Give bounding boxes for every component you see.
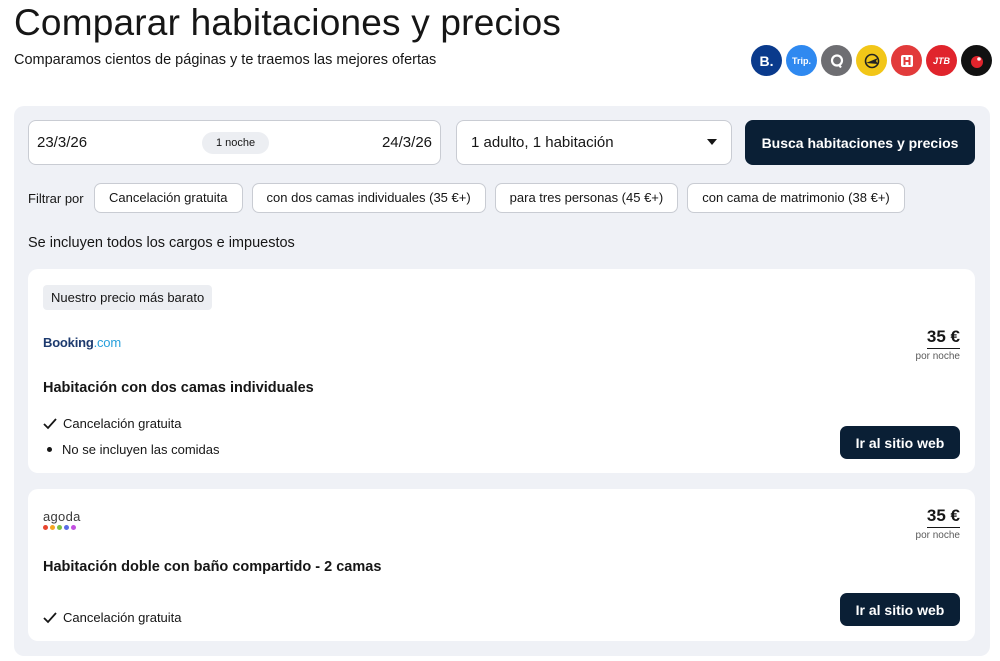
check-icon [43, 611, 57, 623]
agoda-logo: agoda [43, 509, 81, 530]
filter-chip-double-bed[interactable]: con cama de matrimonio (38 €+) [687, 183, 905, 213]
provider-logos: B. Trip. JTB [751, 45, 992, 76]
filter-chips: Cancelación gratuita con dos camas indiv… [94, 183, 905, 213]
offer-card: agoda 35 € por noche Habitación doble co… [28, 489, 975, 641]
nights-badge: 1 noche [202, 132, 270, 154]
filter-chip-free-cancellation[interactable]: Cancelación gratuita [94, 183, 243, 213]
check-icon [43, 417, 57, 429]
booking-icon: B. [751, 45, 782, 76]
price-amount: 35 € [926, 506, 960, 528]
booking-logo: Booking.com [43, 335, 121, 350]
jtb-provider-icon: JTB [926, 45, 957, 76]
guests-value: 1 adulto, 1 habitación [471, 134, 614, 151]
filter-label: Filtrar por [28, 191, 84, 206]
guests-select[interactable]: 1 adulto, 1 habitación [456, 120, 732, 165]
checkin-date[interactable]: 23/3/26 [37, 134, 87, 151]
dot-provider-icon [961, 45, 992, 76]
page-subtitle: Comparamos cientos de páginas y te traem… [14, 52, 437, 68]
price-unit: por noche [915, 530, 960, 541]
go-to-site-button[interactable]: Ir al sitio web [840, 593, 960, 626]
h-provider-icon [891, 45, 922, 76]
page-title: Comparar habitaciones y precios [14, 2, 562, 43]
agoda-dots-icon [43, 525, 81, 530]
plane-provider-icon [856, 45, 887, 76]
cheapest-badge: Nuestro precio más barato [43, 285, 213, 310]
price-amount: 35 € [926, 327, 960, 349]
feature-item: Cancelación gratuita [43, 416, 182, 431]
search-button[interactable]: Busca habitaciones y precios [745, 120, 975, 165]
filter-chip-three-people[interactable]: para tres personas (45 €+) [494, 183, 679, 213]
feature-item: Cancelación gratuita [43, 610, 182, 625]
chevron-down-icon [707, 139, 717, 145]
offer-price: 35 € por noche [916, 506, 960, 541]
offer-price: 35 € por noche [916, 327, 960, 362]
room-title: Habitación doble con baño compartido - 2… [43, 559, 382, 575]
filter-chip-twin-beds[interactable]: con dos camas individuales (35 €+) [251, 183, 486, 213]
bullet-icon [47, 447, 52, 452]
offer-card: Nuestro precio más barato Booking.com 35… [28, 269, 975, 473]
taxes-note: Se incluyen todos los cargos e impuestos [28, 235, 295, 251]
trip-icon: Trip. [786, 45, 817, 76]
checkout-date[interactable]: 24/3/26 [382, 134, 432, 151]
date-range-picker[interactable]: 23/3/26 1 noche 24/3/26 [28, 120, 441, 165]
search-provider-icon [821, 45, 852, 76]
feature-item: No se incluyen las comidas [43, 442, 220, 457]
go-to-site-button[interactable]: Ir al sitio web [840, 426, 960, 459]
room-title: Habitación con dos camas individuales [43, 380, 314, 396]
comparison-panel: 23/3/26 1 noche 24/3/26 1 adulto, 1 habi… [14, 106, 990, 656]
price-unit: por noche [915, 351, 960, 362]
